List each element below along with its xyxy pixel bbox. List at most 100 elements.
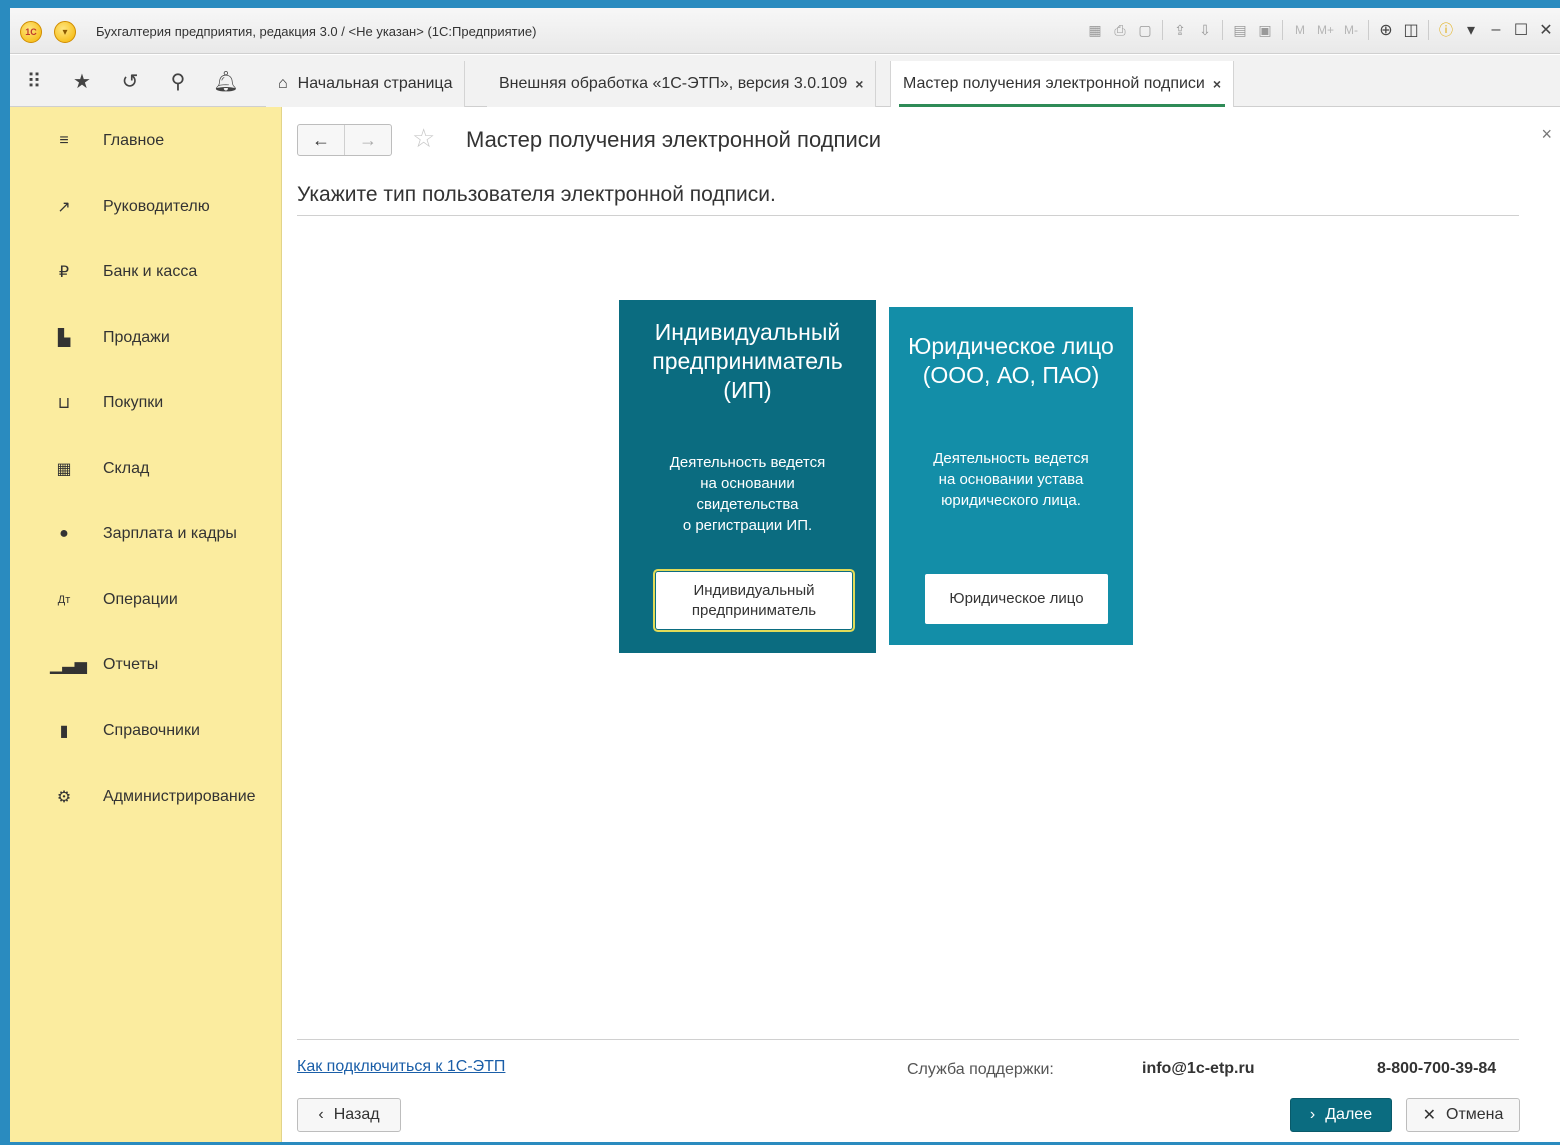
calendar-icon[interactable]: ▣ (1257, 22, 1273, 39)
card-desc-line: на основании устава (938, 471, 1084, 488)
sidebar-item-operations[interactable]: Дт Операции (10, 580, 282, 620)
trend-icon: ↗ (57, 199, 71, 216)
sidebar-item-sales[interactable]: ▙ Продажи (10, 318, 282, 358)
zoom-icon[interactable]: ⊕ (1378, 20, 1394, 40)
support-label: Служба поддержки: (907, 1061, 1054, 1078)
bag-icon: ▙ (57, 330, 71, 347)
sidebar-item-label: Покупки (103, 394, 164, 411)
tab-external-processing[interactable]: Внешняя обработка «1С-ЭТП», версия 3.0.1… (487, 61, 877, 107)
close-form-icon[interactable]: × (1541, 124, 1552, 145)
app-window: 1С ▾ Бухгалтерия предприятия, редакция 3… (10, 8, 1560, 1142)
memory-m-plus-button[interactable]: M+ (1317, 23, 1334, 37)
calculator-icon[interactable]: ▤ (1232, 22, 1248, 39)
ruble-icon: ₽ (58, 264, 70, 281)
app-logo-icon: 1С (20, 21, 42, 43)
sidebar-item-directories[interactable]: ▮ Справочники (10, 711, 282, 751)
memory-m-button[interactable]: M (1292, 23, 1308, 37)
button-label-line: Индивидуальный (693, 581, 815, 599)
sidebar-item-label: Склад (103, 460, 150, 477)
gear-icon: ⚙ (56, 789, 72, 806)
page-title: Мастер получения электронной подписи (466, 127, 882, 152)
save-icon[interactable]: ▦ (1087, 22, 1103, 39)
menu-icon: ≡ (59, 132, 69, 149)
cart-icon: ⊔ (57, 395, 71, 412)
download-icon[interactable]: ⇩ (1197, 22, 1213, 39)
select-legal-entity-button[interactable]: Юридическое лицо (925, 574, 1108, 624)
maximize-icon[interactable]: ☐ (1513, 20, 1529, 40)
sidebar-item-label: Администрирование (103, 788, 256, 805)
preview-icon[interactable]: ▢ (1137, 22, 1153, 39)
book-icon: ▮ (59, 723, 69, 740)
tab-label: Начальная страница (297, 75, 453, 92)
separator (1161, 20, 1163, 40)
card-legal-entity[interactable]: Юридическое лицо (ООО, АО, ПАО) Деятельн… (889, 307, 1133, 645)
tab-close-icon[interactable]: × (855, 76, 863, 92)
button-label-line: предприниматель (691, 601, 817, 619)
cancel-button[interactable]: ✕ Отмена (1406, 1098, 1520, 1132)
button-label: Отмена (1446, 1106, 1504, 1123)
card-title-line: предприниматель (652, 348, 843, 374)
separator (1368, 20, 1369, 40)
sidebar-item-bank[interactable]: ₽ Банк и касса (10, 252, 282, 292)
close-icon: ✕ (1422, 1107, 1436, 1124)
history-icon[interactable]: ↺ (106, 69, 154, 94)
favorite-star-icon[interactable]: ☆ (412, 123, 435, 154)
card-title-line: Юридическое лицо (908, 333, 1114, 359)
warehouse-icon: ▦ (56, 461, 72, 478)
apps-grid-icon[interactable]: ⠿ (10, 69, 58, 94)
card-title: Юридическое лицо (ООО, АО, ПАО) (889, 332, 1133, 390)
separator (1428, 20, 1429, 40)
tab-bar: ⠿ ★ ↺ ⚲ 🔔︎ ⌂ Начальная страница Внешняя … (10, 55, 1560, 107)
search-icon[interactable]: ⚲ (154, 69, 202, 94)
notifications-bell-icon[interactable]: 🔔︎ (202, 69, 250, 94)
footer-divider (297, 1039, 1519, 1040)
info-dropdown-icon[interactable]: ▾ (1463, 20, 1479, 40)
next-button[interactable]: › Далее (1290, 1098, 1392, 1132)
tab-signature-wizard[interactable]: Мастер получения электронной подписи × (890, 61, 1235, 107)
forward-arrow-icon[interactable]: → (344, 125, 391, 155)
panel-icon[interactable]: ◫ (1403, 20, 1419, 40)
card-individual-entrepreneur[interactable]: Индивидуальный предприниматель (ИП) Деят… (619, 300, 876, 653)
minimize-icon[interactable]: – (1488, 21, 1504, 39)
tab-label: Мастер получения электронной подписи (903, 75, 1205, 92)
sidebar-item-main[interactable]: ≡ Главное (10, 121, 282, 161)
select-individual-entrepreneur-button[interactable]: Индивидуальный предприниматель (656, 572, 852, 629)
card-desc-line: юридического лица. (941, 492, 1081, 509)
upload-icon[interactable]: ⇪ (1172, 22, 1188, 39)
tab-close-icon[interactable]: × (1213, 76, 1221, 92)
memory-m-minus-button[interactable]: M- (1343, 23, 1359, 37)
sidebar-item-warehouse[interactable]: ▦ Склад (10, 449, 282, 489)
sidebar-item-label: Операции (103, 591, 178, 608)
card-title: Индивидуальный предприниматель (ИП) (619, 318, 876, 405)
sidebar-item-label: Руководителю (103, 198, 210, 215)
sidebar-item-label: Зарплата и кадры (103, 525, 237, 542)
print-icon[interactable]: ⎙ (1112, 22, 1128, 39)
bar-chart-icon: ▁▃▅ (50, 657, 87, 674)
sidebar-item-administration[interactable]: ⚙ Администрирование (10, 777, 282, 817)
tab-home[interactable]: ⌂ Начальная страница (266, 61, 466, 107)
person-icon: ● (59, 525, 69, 542)
sidebar-item-label: Справочники (103, 722, 200, 739)
info-icon[interactable]: ⓘ (1438, 20, 1454, 40)
sidebar-item-reports[interactable]: ▁▃▅ Отчеты (10, 645, 282, 685)
title-toolbar: ▦ ⎙ ▢ ⇪ ⇩ ▤ ▣ M M+ M- ⊕ ◫ ⓘ ▾ – ☐ ✕ (1087, 20, 1554, 40)
how-to-connect-link[interactable]: Как подключиться к 1С-ЭТП (297, 1058, 505, 1076)
dt-kt-icon: Дт (57, 594, 71, 606)
sidebar-item-purchases[interactable]: ⊔ Покупки (10, 383, 282, 423)
home-icon: ⌂ (278, 75, 288, 92)
close-icon[interactable]: ✕ (1538, 20, 1554, 40)
chevron-right-icon: › (1309, 1106, 1316, 1123)
window-title: Бухгалтерия предприятия, редакция 3.0 / … (96, 24, 537, 39)
button-label: Далее (1325, 1106, 1373, 1123)
favorites-star-icon[interactable]: ★ (58, 69, 106, 94)
main-content: ← → ☆ Мастер получения электронной подпи… (282, 107, 1560, 1142)
support-email: info@1c-etp.ru (1142, 1060, 1255, 1077)
sidebar-item-salary[interactable]: ● Зарплата и кадры (10, 514, 282, 554)
title-bar: 1С ▾ Бухгалтерия предприятия, редакция 3… (10, 8, 1560, 54)
back-button[interactable]: ‹ Назад (297, 1098, 401, 1132)
card-title-line: Индивидуальный (654, 319, 841, 345)
tab-label: Внешняя обработка «1С-ЭТП», версия 3.0.1… (499, 75, 848, 92)
main-menu-button[interactable]: ▾ (54, 21, 76, 43)
sidebar-item-manager[interactable]: ↗ Руководителю (10, 187, 282, 227)
back-arrow-icon[interactable]: ← (298, 125, 344, 155)
